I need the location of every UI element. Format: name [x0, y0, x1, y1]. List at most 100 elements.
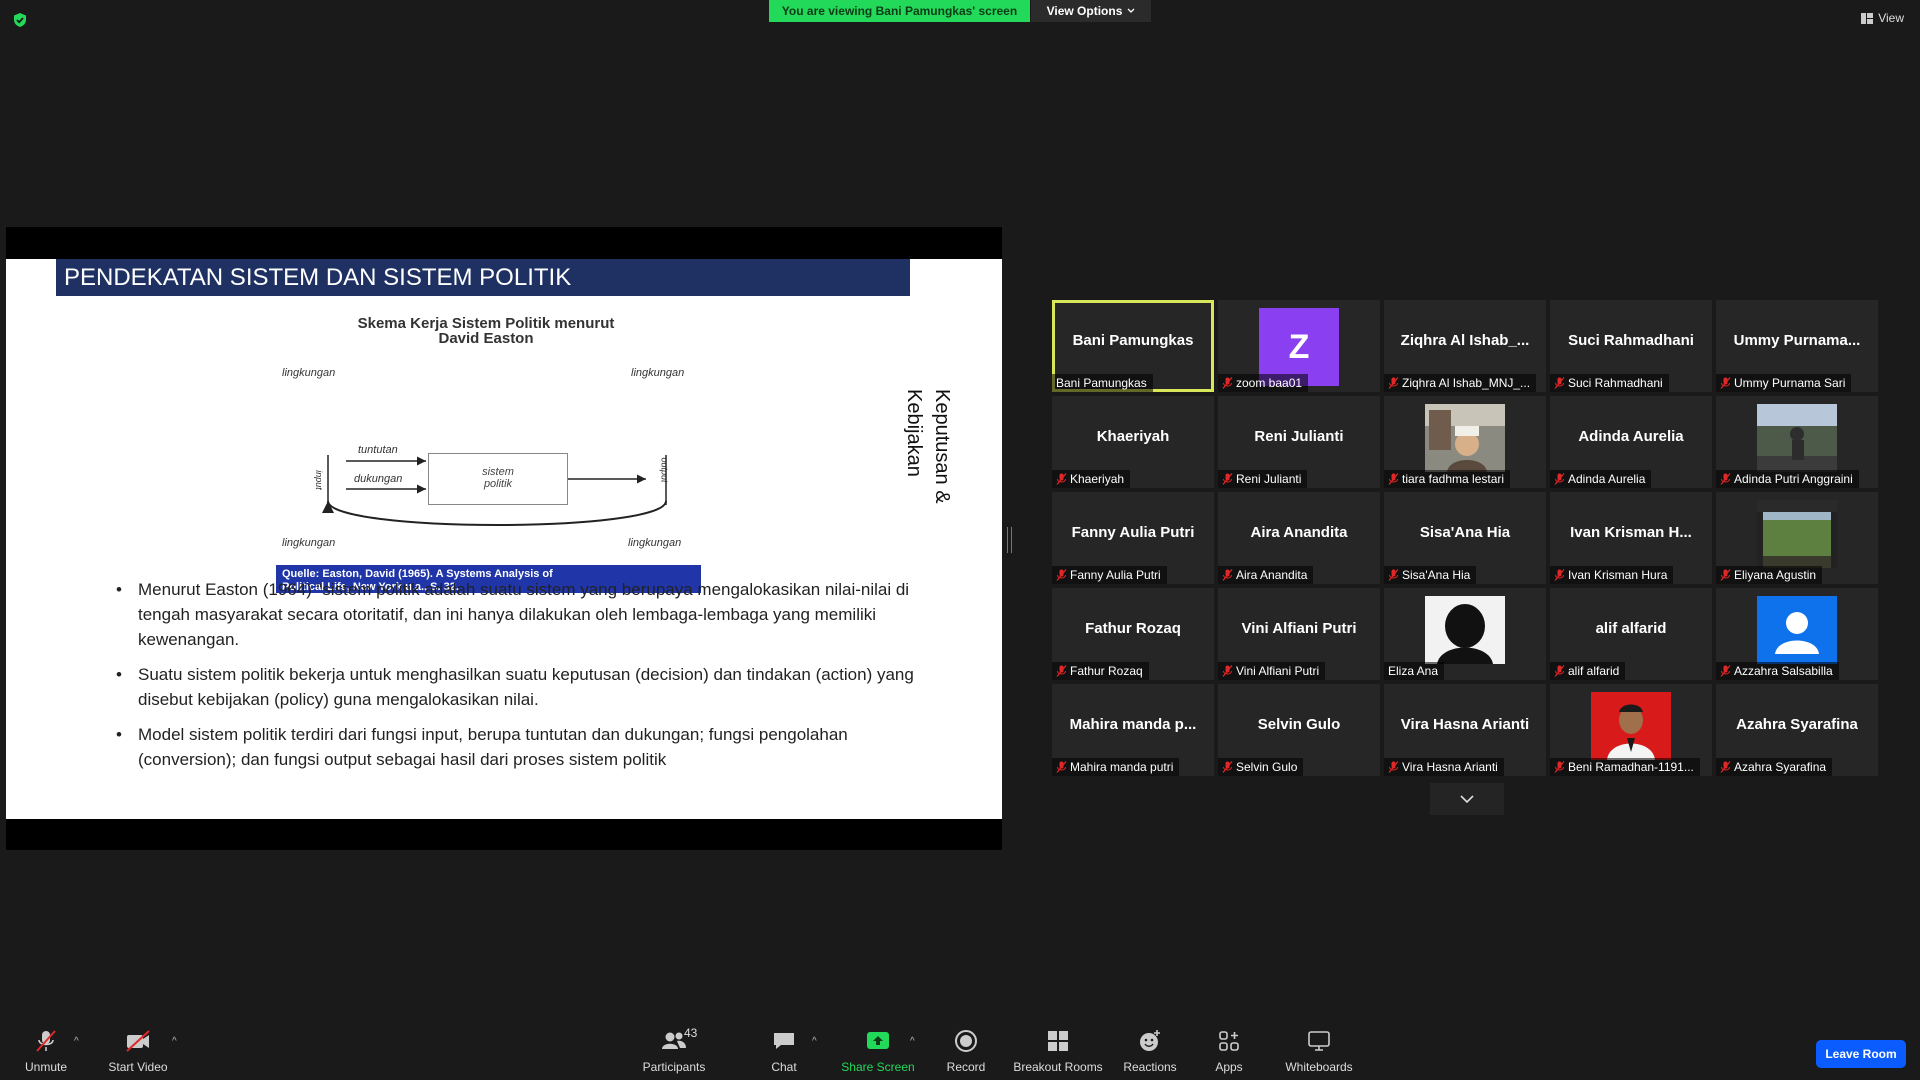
participant-name-label: Khaeriyah	[1052, 470, 1131, 488]
participant-display-name: Vira Hasna Arianti	[1400, 716, 1530, 733]
participant-tile[interactable]: Azahra Syarafina Azahra Syarafina	[1716, 684, 1878, 776]
record-icon	[955, 1030, 977, 1052]
reactions-icon	[1140, 1030, 1160, 1051]
participant-tile[interactable]: Aira Anandita Aira Anandita	[1218, 492, 1380, 584]
mic-muted-icon	[1554, 665, 1565, 677]
whiteboards-button[interactable]: Whiteboards	[1269, 1028, 1369, 1074]
camera-off-icon	[126, 1030, 150, 1052]
participant-tile[interactable]: Sisa'Ana Hia Sisa'Ana Hia	[1384, 492, 1546, 584]
participant-tile[interactable]: Eliza Ana	[1384, 588, 1546, 680]
participant-tile[interactable]: Vira Hasna Arianti Vira Hasna Arianti	[1384, 684, 1546, 776]
participant-tile[interactable]: Beni Ramadhan-1191...	[1550, 684, 1712, 776]
reactions-label: Reactions	[1123, 1060, 1177, 1074]
slide-bullets: Menurut Easton (1964) “sistem politik ad…	[116, 577, 946, 782]
participants-button[interactable]: 43 Participants	[624, 1026, 724, 1074]
participant-name-label: Reni Julianti	[1218, 470, 1308, 488]
mic-muted-icon	[1388, 377, 1399, 389]
participant-name-label: Adinda Aurelia	[1550, 470, 1652, 488]
view-options-button[interactable]: View Options	[1031, 0, 1151, 22]
chevron-down-icon	[1460, 795, 1474, 804]
participant-tile[interactable]: Khaeriyah Khaeriyah	[1052, 396, 1214, 488]
participant-tile[interactable]: tiara fadhma lestari	[1384, 396, 1546, 488]
participant-tile[interactable]: Fathur Rozaq Fathur Rozaq	[1052, 588, 1214, 680]
apps-icon	[1219, 1031, 1239, 1051]
participant-display-name: Khaeriyah	[1096, 428, 1170, 445]
breakout-rooms-button[interactable]: Breakout Rooms	[1008, 1028, 1108, 1074]
viewing-screen-banner: You are viewing Bani Pamungkas' screen	[769, 0, 1030, 22]
participant-tile[interactable]: Fanny Aulia Putri Fanny Aulia Putri	[1052, 492, 1214, 584]
unmute-button[interactable]: Unmute	[0, 1028, 96, 1074]
breakout-rooms-label: Breakout Rooms	[1013, 1060, 1103, 1074]
mic-muted-icon	[1222, 473, 1233, 485]
apps-label: Apps	[1215, 1060, 1243, 1074]
participant-label-text: Adinda Aurelia	[1568, 472, 1646, 486]
participant-tile[interactable]: alif alfarid alif alfarid	[1550, 588, 1712, 680]
participant-name-label: Vira Hasna Arianti	[1384, 758, 1504, 776]
mic-muted-icon	[1222, 761, 1233, 773]
participant-tile[interactable]: Adinda Aurelia Adinda Aurelia	[1550, 396, 1712, 488]
participant-label-text: Ummy Purnama Sari	[1734, 376, 1846, 390]
gallery-next-page-button[interactable]	[1430, 783, 1504, 815]
participant-tile[interactable]: Bani Pamungkas Bani Pamungkas	[1052, 300, 1214, 392]
participant-display-name: Ummy Purnama...	[1733, 332, 1861, 349]
participant-tile[interactable]: Reni Julianti Reni Julianti	[1218, 396, 1380, 488]
audio-options-caret[interactable]: ^	[74, 1036, 79, 1047]
bullet-item: Model sistem politik terdiri dari fungsi…	[116, 722, 946, 772]
participant-display-name: Reni Julianti	[1254, 428, 1344, 445]
participant-label-text: Khaeriyah	[1070, 472, 1125, 486]
participant-tile[interactable]: Ziqhra Al Ishab_... Ziqhra Al Ishab_MNJ_.…	[1384, 300, 1546, 392]
participant-video	[1425, 404, 1505, 472]
security-shield-icon[interactable]	[12, 12, 28, 28]
panel-resize-handle[interactable]	[1007, 527, 1012, 553]
mic-muted-icon	[1388, 569, 1399, 581]
participant-label-text: Mahira manda putri	[1070, 760, 1174, 774]
participant-display-name: Suci Rahmadhani	[1568, 332, 1694, 349]
start-video-button[interactable]: Start Video	[88, 1028, 188, 1074]
share-screen-label: Share Screen	[841, 1060, 915, 1074]
mic-muted-icon	[1720, 569, 1731, 581]
record-button[interactable]: Record	[916, 1028, 1016, 1074]
video-options-caret[interactable]: ^	[172, 1036, 177, 1047]
chat-button[interactable]: Chat	[734, 1028, 834, 1074]
mic-muted-icon	[1720, 761, 1731, 773]
mic-muted-icon	[1056, 665, 1067, 677]
participant-tile[interactable]: Vini Alfiani Putri Vini Alfiani Putri	[1218, 588, 1380, 680]
share-options-caret[interactable]: ^	[910, 1036, 915, 1047]
share-screen-button[interactable]: Share Screen	[828, 1028, 928, 1074]
mic-muted-icon	[1056, 473, 1067, 485]
participants-count: 43	[684, 1026, 698, 1040]
participant-display-name: Adinda Aurelia	[1578, 428, 1684, 445]
participant-label-text: Fathur Rozaq	[1070, 664, 1143, 678]
participant-tile[interactable]: Zzoom baa01	[1218, 300, 1380, 392]
shared-screen[interactable]: PENDEKATAN SISTEM DAN SISTEM POLITIK Ske…	[6, 227, 1002, 850]
participant-name-label: Azzahra Salsabilla	[1716, 662, 1839, 680]
participant-name-label: Ivan Krisman Hura	[1550, 566, 1674, 584]
mic-muted-icon	[1222, 665, 1233, 677]
participant-label-text: Ziqhra Al Ishab_MNJ_...	[1402, 376, 1531, 390]
participant-tile[interactable]: Adinda Putri Anggraini	[1716, 396, 1878, 488]
participant-tile[interactable]: Selvin Gulo Selvin Gulo	[1218, 684, 1380, 776]
participant-tile[interactable]: Mahira manda p... Mahira manda putri	[1052, 684, 1214, 776]
keputusan-kebijakan-text: Keputusan & Kebijakan	[903, 389, 953, 504]
participant-video	[1757, 404, 1837, 472]
chevron-down-icon	[1127, 8, 1135, 13]
apps-button[interactable]: Apps	[1179, 1028, 1279, 1074]
participant-name-label: Bani Pamungkas	[1052, 374, 1153, 392]
participant-display-name: Vini Alfiani Putri	[1241, 620, 1357, 637]
mic-muted-icon	[1554, 569, 1565, 581]
microphone-muted-icon	[36, 1030, 56, 1052]
participant-label-text: Ivan Krisman Hura	[1568, 568, 1668, 582]
mic-muted-icon	[1222, 377, 1233, 389]
view-button[interactable]: View	[1861, 11, 1904, 25]
participant-tile[interactable]: Azzahra Salsabilla	[1716, 588, 1878, 680]
participant-name-label: zoom baa01	[1218, 374, 1309, 392]
participant-tile[interactable]: Ummy Purnama... Ummy Purnama Sari	[1716, 300, 1878, 392]
participant-tile[interactable]: Ivan Krisman H... Ivan Krisman Hura	[1550, 492, 1712, 584]
chat-options-caret[interactable]: ^	[812, 1036, 817, 1047]
participant-tile[interactable]: Eliyana Agustin	[1716, 492, 1878, 584]
participant-name-label: Eliyana Agustin	[1716, 566, 1823, 584]
slide-title: PENDEKATAN SISTEM DAN SISTEM POLITIK	[56, 259, 910, 296]
participant-tile[interactable]: Suci Rahmadhani Suci Rahmadhani	[1550, 300, 1712, 392]
mic-muted-icon	[1388, 473, 1399, 485]
leave-room-button[interactable]: Leave Room	[1816, 1040, 1906, 1068]
